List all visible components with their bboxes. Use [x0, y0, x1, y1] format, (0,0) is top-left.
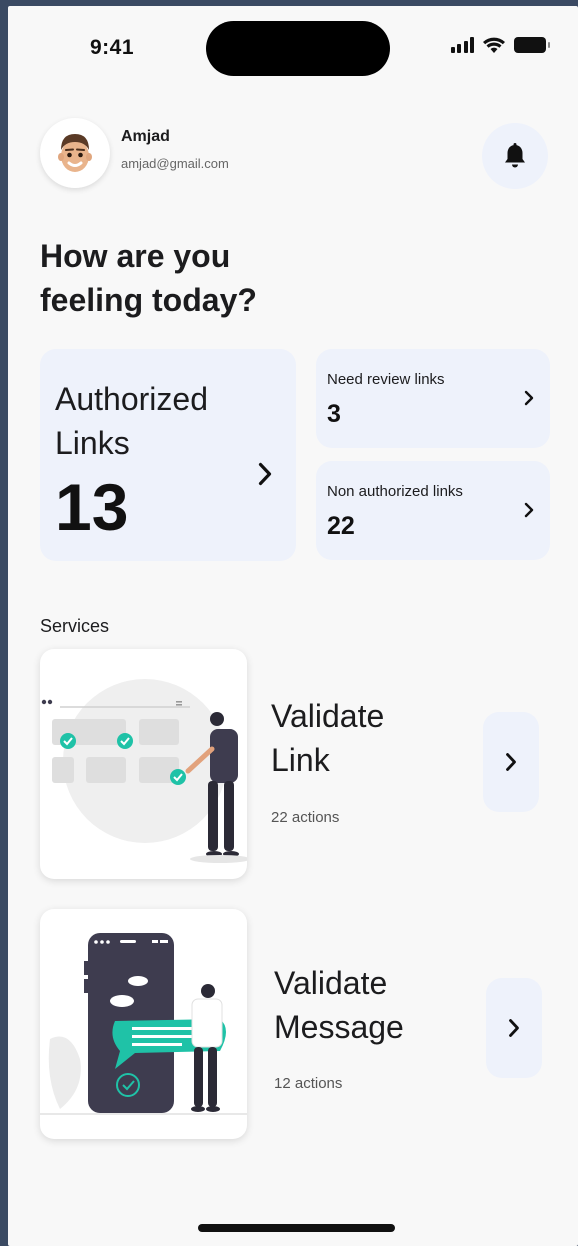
user-email: amjad@gmail.com	[121, 155, 229, 171]
validate-message-title: Validate Message	[274, 965, 404, 1045]
bell-icon	[505, 143, 525, 168]
avatar[interactable]	[40, 118, 110, 188]
authorized-links-count: 13	[55, 470, 129, 544]
battery-icon	[514, 37, 550, 53]
non-authorized-links-card[interactable]: Non authorized links 22	[316, 461, 550, 560]
services-heading: Services	[40, 616, 110, 636]
chevron-right-icon	[258, 462, 272, 486]
validate-message-illustration[interactable]	[40, 909, 247, 1139]
non-authorized-links-count: 22	[327, 512, 355, 540]
status-bar: 9:41	[8, 6, 578, 86]
validate-message-actions: 12 actions	[274, 1075, 343, 1092]
validate-link-title: Validate Link	[271, 698, 385, 778]
need-review-links-count: 3	[327, 400, 341, 428]
need-review-links-card[interactable]: Need review links 3	[316, 349, 550, 448]
phone-screen: 9:41 Amjad amjad@gmail.com How are you f…	[8, 6, 578, 1246]
wifi-icon	[483, 37, 505, 53]
need-review-links-label: Need review links	[327, 371, 445, 388]
status-time: 9:41	[90, 36, 135, 59]
greeting-heading: How are you feeling today?	[40, 238, 257, 318]
memoji-avatar-icon	[58, 134, 92, 172]
cellular-signal-icon	[450, 37, 474, 53]
user-profile[interactable]: Amjad amjad@gmail.com	[40, 118, 229, 188]
chevron-right-icon	[509, 1019, 519, 1037]
notification-button[interactable]	[482, 123, 548, 189]
validate-message-button[interactable]	[486, 978, 542, 1078]
home-indicator[interactable]	[198, 1224, 395, 1232]
non-authorized-links-label: Non authorized links	[327, 483, 463, 500]
user-info: Amjad amjad@gmail.com	[121, 128, 229, 171]
chevron-right-icon	[524, 390, 534, 406]
validate-link-illustration-icon	[41, 679, 247, 863]
authorized-links-label: Authorized Links	[55, 381, 208, 461]
validate-message-illustration-icon	[40, 933, 247, 1115]
authorized-links-card[interactable]: Authorized Links 13	[40, 349, 296, 561]
user-name: Amjad	[121, 127, 170, 145]
validate-link-actions: 22 actions	[271, 809, 340, 826]
chevron-right-icon	[506, 753, 516, 771]
validate-link-illustration[interactable]	[40, 649, 247, 879]
dynamic-island	[206, 21, 390, 76]
chevron-right-icon	[524, 502, 534, 518]
status-icons	[450, 36, 550, 54]
validate-link-button[interactable]	[483, 712, 539, 812]
